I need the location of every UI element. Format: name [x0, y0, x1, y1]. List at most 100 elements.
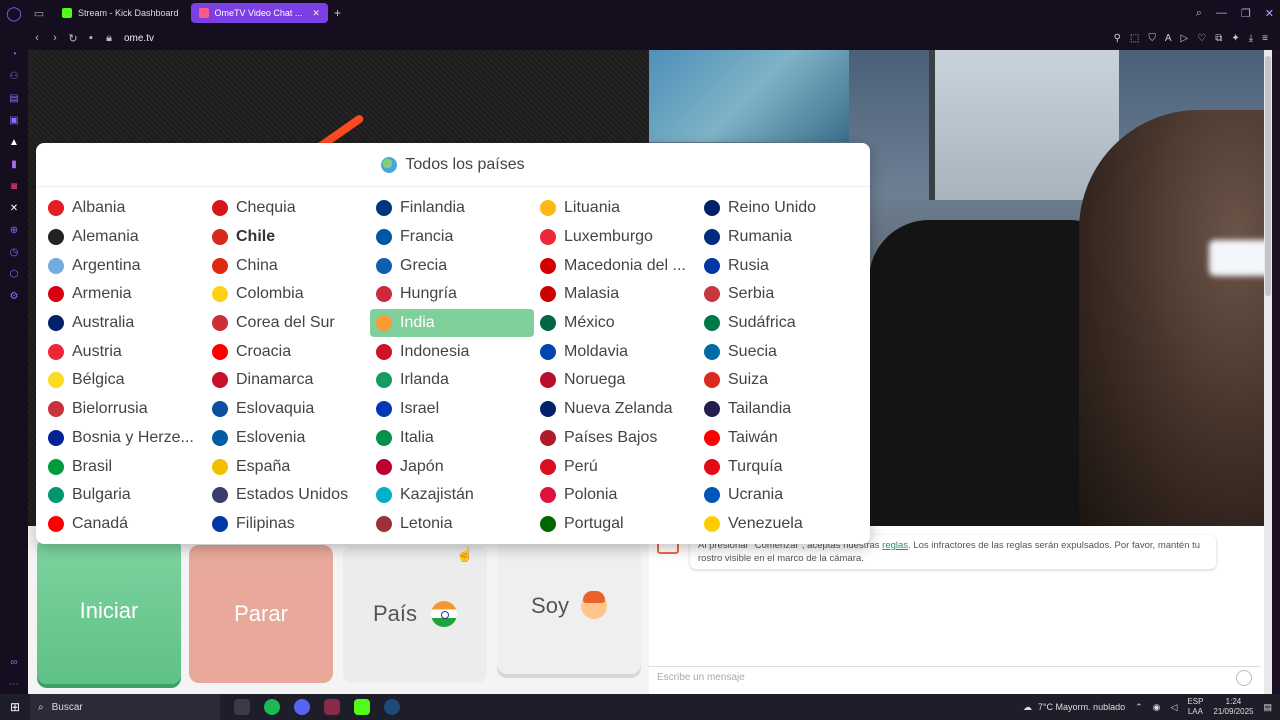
- country-option[interactable]: Perú: [534, 452, 698, 481]
- country-option[interactable]: Noruega: [534, 366, 698, 395]
- country-option[interactable]: México: [534, 309, 698, 338]
- country-option[interactable]: Venezuela: [698, 510, 862, 539]
- kick-icon[interactable]: ▲: [8, 136, 20, 148]
- opera-logo-icon[interactable]: ◯: [0, 0, 28, 26]
- bookmarks-icon[interactable]: ▣: [8, 114, 20, 126]
- country-option[interactable]: Reino Unido: [698, 194, 862, 223]
- country-option[interactable]: Taiwán: [698, 424, 862, 453]
- back-icon[interactable]: ‹: [28, 32, 46, 44]
- stop-button[interactable]: Parar: [189, 545, 333, 683]
- snapshot-icon[interactable]: ⬚: [1130, 33, 1139, 44]
- menu-icon[interactable]: ≡: [1262, 33, 1268, 44]
- task-view-icon[interactable]: [234, 699, 250, 715]
- history-icon[interactable]: ◷: [8, 246, 20, 258]
- close-window-icon[interactable]: ✕: [1265, 7, 1274, 20]
- country-option[interactable]: Tailandia: [698, 395, 862, 424]
- country-option[interactable]: Bielorrusia: [42, 395, 206, 424]
- player-icon[interactable]: ▷: [1181, 33, 1189, 44]
- country-option[interactable]: Chile: [206, 223, 370, 252]
- start-button[interactable]: Iniciar: [37, 538, 181, 684]
- country-option[interactable]: Alemania: [42, 223, 206, 252]
- gx-icon[interactable]: ∞: [8, 656, 20, 668]
- workspaces-icon[interactable]: ▤: [8, 92, 20, 104]
- opera-gx-icon[interactable]: [324, 699, 340, 715]
- country-option[interactable]: Indonesia: [370, 337, 534, 366]
- aria-icon[interactable]: ✦: [1231, 33, 1239, 44]
- country-option[interactable]: Colombia: [206, 280, 370, 309]
- country-option[interactable]: Letonia: [370, 510, 534, 539]
- heart-icon[interactable]: ♡: [1197, 33, 1206, 44]
- country-option[interactable]: Eslovaquia: [206, 395, 370, 424]
- steam-icon[interactable]: [384, 699, 400, 715]
- country-option[interactable]: India: [370, 308, 534, 338]
- country-option[interactable]: Nueva Zelanda: [534, 395, 698, 424]
- country-option[interactable]: Corea del Sur: [206, 309, 370, 338]
- taskbar-search[interactable]: ⌕ Buscar: [30, 694, 220, 720]
- country-option[interactable]: Luxemburgo: [534, 223, 698, 252]
- country-option[interactable]: Lituania: [534, 194, 698, 223]
- country-option[interactable]: Irlanda: [370, 366, 534, 395]
- volume-icon[interactable]: ◁: [1171, 702, 1178, 713]
- emoji-icon[interactable]: [1236, 670, 1252, 686]
- message-input[interactable]: Escribe un mensaje: [649, 666, 1260, 688]
- country-option[interactable]: Australia: [42, 309, 206, 338]
- clock[interactable]: 1:24 21/09/2025: [1213, 697, 1253, 717]
- add-icon[interactable]: ⊕: [8, 224, 20, 236]
- country-option[interactable]: Serbia: [698, 280, 862, 309]
- country-option[interactable]: Armenia: [42, 280, 206, 309]
- country-option[interactable]: Bélgica: [42, 366, 206, 395]
- country-option[interactable]: Italia: [370, 424, 534, 453]
- country-option[interactable]: Bulgaria: [42, 481, 206, 510]
- translate-icon[interactable]: A: [1165, 33, 1172, 44]
- country-option[interactable]: Rumania: [698, 223, 862, 252]
- tab-menu-icon[interactable]: ▭: [28, 0, 50, 26]
- settings-icon[interactable]: ⚙: [8, 290, 20, 302]
- vpn-icon[interactable]: ⛉: [1148, 33, 1156, 44]
- country-option[interactable]: Canadá: [42, 510, 206, 539]
- country-option[interactable]: Filipinas: [206, 510, 370, 539]
- language-indicator[interactable]: ESP LAA: [1187, 697, 1203, 717]
- discord-icon[interactable]: [294, 699, 310, 715]
- country-option[interactable]: Albania: [42, 194, 206, 223]
- tab-ometv[interactable]: OmeTV Video Chat ... ✕: [190, 3, 328, 23]
- twitch-icon[interactable]: ▮: [8, 158, 20, 170]
- country-option[interactable]: Chequia: [206, 194, 370, 223]
- country-option[interactable]: Turquía: [698, 452, 862, 481]
- rules-link[interactable]: reglas: [882, 540, 908, 551]
- country-option[interactable]: Hungría: [370, 280, 534, 309]
- extensions-icon[interactable]: ⧉: [1215, 33, 1222, 44]
- camera-icon[interactable]: ▪: [82, 32, 100, 44]
- country-option[interactable]: Rusia: [698, 251, 862, 280]
- x-icon[interactable]: ✕: [8, 202, 20, 214]
- country-option[interactable]: Grecia: [370, 251, 534, 280]
- country-option[interactable]: Polonia: [534, 481, 698, 510]
- lock-icon[interactable]: 🔒︎: [100, 32, 118, 45]
- wifi-icon[interactable]: ◉: [1153, 702, 1161, 713]
- weather-widget[interactable]: ☁ 7°C Mayorm. nublado: [1023, 702, 1125, 713]
- notifications-icon[interactable]: ▤: [1263, 702, 1272, 713]
- spotify-icon[interactable]: [264, 699, 280, 715]
- search-tabs-icon[interactable]: ⌕: [1196, 7, 1202, 20]
- tray-arrow-icon[interactable]: ⌃: [1135, 702, 1143, 713]
- aria-sidebar-icon[interactable]: ◔: [8, 48, 20, 60]
- country-option[interactable]: Brasil: [42, 452, 206, 481]
- country-option[interactable]: Croacia: [206, 337, 370, 366]
- messenger-icon[interactable]: ⚇: [8, 70, 20, 82]
- tab-kick-dashboard[interactable]: Stream - Kick Dashboard: [54, 3, 187, 23]
- country-option[interactable]: Suecia: [698, 337, 862, 366]
- country-option[interactable]: Francia: [370, 223, 534, 252]
- close-tab-icon[interactable]: ✕: [312, 8, 320, 19]
- country-option[interactable]: Macedonia del ...: [534, 251, 698, 280]
- country-option[interactable]: Eslovenia: [206, 424, 370, 453]
- country-option[interactable]: España: [206, 452, 370, 481]
- reload-icon[interactable]: ↻: [64, 32, 82, 45]
- extensions-sidebar-icon[interactable]: ⬡: [8, 268, 20, 280]
- country-option[interactable]: Portugal: [534, 510, 698, 539]
- country-option[interactable]: Israel: [370, 395, 534, 424]
- country-option[interactable]: Ucrania: [698, 481, 862, 510]
- instagram-icon[interactable]: ◙: [8, 180, 20, 192]
- country-option[interactable]: Malasia: [534, 280, 698, 309]
- country-option[interactable]: Austria: [42, 337, 206, 366]
- kick-app-icon[interactable]: [354, 699, 370, 715]
- more-icon[interactable]: ⋯: [8, 678, 20, 690]
